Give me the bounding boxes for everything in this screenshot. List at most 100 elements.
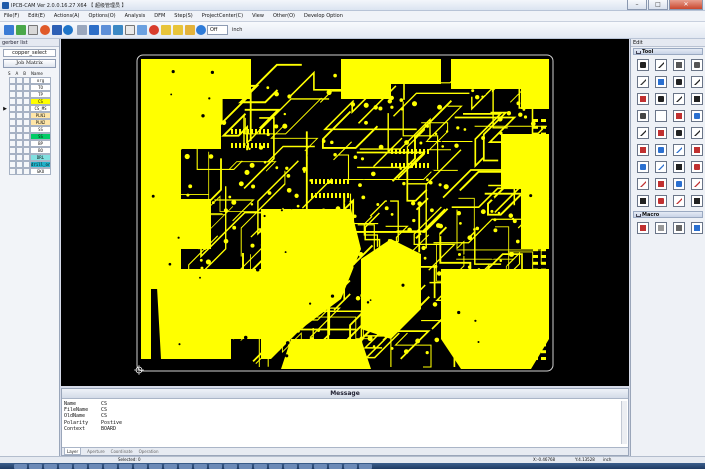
gear-icon[interactable]: [52, 25, 62, 35]
layers-icon[interactable]: [16, 25, 26, 35]
layer-flag-b[interactable]: [23, 98, 30, 105]
layer-flag-s[interactable]: [9, 147, 16, 154]
pattern-icon[interactable]: [691, 110, 703, 122]
layer-row[interactable]: CS: [1, 98, 58, 105]
taskbar-app-icon[interactable]: [119, 463, 132, 469]
layer-flag-s[interactable]: [9, 112, 16, 119]
pan-icon[interactable]: [137, 25, 147, 35]
layer-name[interactable]: GKO: [30, 168, 51, 175]
grid-icon[interactable]: [28, 25, 38, 35]
taskbar-app-icon[interactable]: [239, 463, 252, 469]
fit-icon[interactable]: [113, 25, 123, 35]
layer-flag-s[interactable]: [9, 77, 16, 84]
close-button[interactable]: ✕: [669, 0, 703, 10]
layer-name[interactable]: CS: [30, 98, 51, 105]
layer-row[interactable]: org: [1, 77, 58, 84]
menu-other[interactable]: Other(O): [273, 13, 295, 19]
layer-flag-s[interactable]: [9, 84, 16, 91]
tool-section-header[interactable]: Tool: [633, 48, 703, 55]
snap-select[interactable]: Off: [207, 25, 228, 35]
fill-triangle-icon[interactable]: [655, 178, 667, 190]
layer-name[interactable]: org: [30, 77, 51, 84]
menu-edit[interactable]: Edit(E): [28, 13, 45, 19]
taskbar-app-icon[interactable]: [149, 463, 162, 469]
layer-row[interactable]: TO: [1, 84, 58, 91]
rotate-icon[interactable]: [673, 93, 685, 105]
layer-name[interactable]: PLN1: [30, 112, 51, 119]
layer-row[interactable]: GKO: [1, 168, 58, 175]
layer-flag-a[interactable]: [16, 112, 23, 119]
taskbar-app-icon[interactable]: [134, 463, 147, 469]
teardrop-icon[interactable]: [691, 161, 703, 173]
measure-cursor-icon[interactable]: [691, 195, 703, 207]
key-icon[interactable]: [185, 25, 195, 35]
layer-row[interactable]: DRL: [1, 154, 58, 161]
layer-name[interactable]: DRL: [30, 154, 51, 161]
layer-flag-s[interactable]: [9, 91, 16, 98]
grid-select-icon[interactable]: [673, 110, 685, 122]
taskbar-app-icon[interactable]: [104, 463, 117, 469]
rect-icon[interactable]: [673, 127, 685, 139]
layer-name[interactable]: TP: [30, 91, 51, 98]
macro-section-header[interactable]: Macro: [633, 211, 703, 218]
select-icon[interactable]: [637, 59, 649, 71]
layer-flag-s[interactable]: [9, 140, 16, 147]
layer-flag-a[interactable]: [16, 147, 23, 154]
layer-flag-b[interactable]: [23, 119, 30, 126]
node-icon[interactable]: [637, 127, 649, 139]
taskbar-app-icon[interactable]: [314, 463, 327, 469]
info-icon[interactable]: [63, 25, 73, 35]
layer-flag-b[interactable]: [23, 161, 30, 168]
layer-flag-b[interactable]: [23, 168, 30, 175]
tab-layer[interactable]: Layer: [64, 448, 82, 455]
layer-row[interactable]: drill_ort: [1, 161, 58, 168]
help-icon[interactable]: [196, 25, 206, 35]
layer-flag-s[interactable]: [9, 154, 16, 161]
line-select-icon[interactable]: [655, 161, 667, 173]
minimize-button[interactable]: –: [627, 0, 647, 10]
layer-flag-b[interactable]: [23, 84, 30, 91]
layer-flag-a[interactable]: [16, 161, 23, 168]
macro-run-icon[interactable]: [637, 222, 649, 234]
stop-icon[interactable]: [149, 25, 159, 35]
layer-flag-s[interactable]: [9, 98, 16, 105]
layer-flag-a[interactable]: [16, 133, 23, 140]
menu-actions[interactable]: Actions(A): [54, 13, 80, 19]
copy-icon[interactable]: [691, 59, 703, 71]
scale-icon[interactable]: [691, 93, 703, 105]
open-icon[interactable]: [4, 25, 14, 35]
taskbar-app-icon[interactable]: [299, 463, 312, 469]
unlock-icon[interactable]: [173, 25, 183, 35]
layer-flag-s[interactable]: [9, 105, 16, 112]
layer-row[interactable]: BO: [1, 147, 58, 154]
taskbar-app-icon[interactable]: [254, 463, 267, 469]
pcb-canvas[interactable]: [61, 39, 629, 386]
cursor-icon[interactable]: [637, 195, 649, 207]
draw-cursor-icon[interactable]: [655, 195, 667, 207]
layer-flag-a[interactable]: [16, 154, 23, 161]
layer-flag-b[interactable]: [23, 91, 30, 98]
taskbar-app-icon[interactable]: [14, 463, 27, 469]
layer-flag-b[interactable]: [23, 77, 30, 84]
layer-name[interactable]: CS_MS: [30, 105, 51, 112]
layer-name[interactable]: BP: [30, 140, 51, 147]
layer-flag-b[interactable]: [23, 105, 30, 112]
layer-flag-a[interactable]: [16, 168, 23, 175]
layer-flag-a[interactable]: [16, 91, 23, 98]
move-icon[interactable]: [673, 76, 685, 88]
taskbar-app-icon[interactable]: [194, 463, 207, 469]
layout-icon[interactable]: [77, 25, 87, 35]
pad-icon[interactable]: [637, 76, 649, 88]
ruler-icon[interactable]: [637, 110, 649, 122]
taskbar-app-icon[interactable]: [344, 463, 357, 469]
layer-name[interactable]: SS: [30, 126, 51, 133]
layer-flag-s[interactable]: [9, 168, 16, 175]
job-matrix-button[interactable]: Job Matrix: [3, 59, 56, 68]
layer-row[interactable]: SS: [1, 126, 58, 133]
layer-row[interactable]: ▶ CS_MS: [1, 105, 58, 112]
layer-flag-s[interactable]: [9, 126, 16, 133]
taskbar-app-icon[interactable]: [284, 463, 297, 469]
cross-icon[interactable]: [655, 127, 667, 139]
mirror-icon[interactable]: [655, 93, 667, 105]
taskbar-app-icon[interactable]: [29, 463, 42, 469]
